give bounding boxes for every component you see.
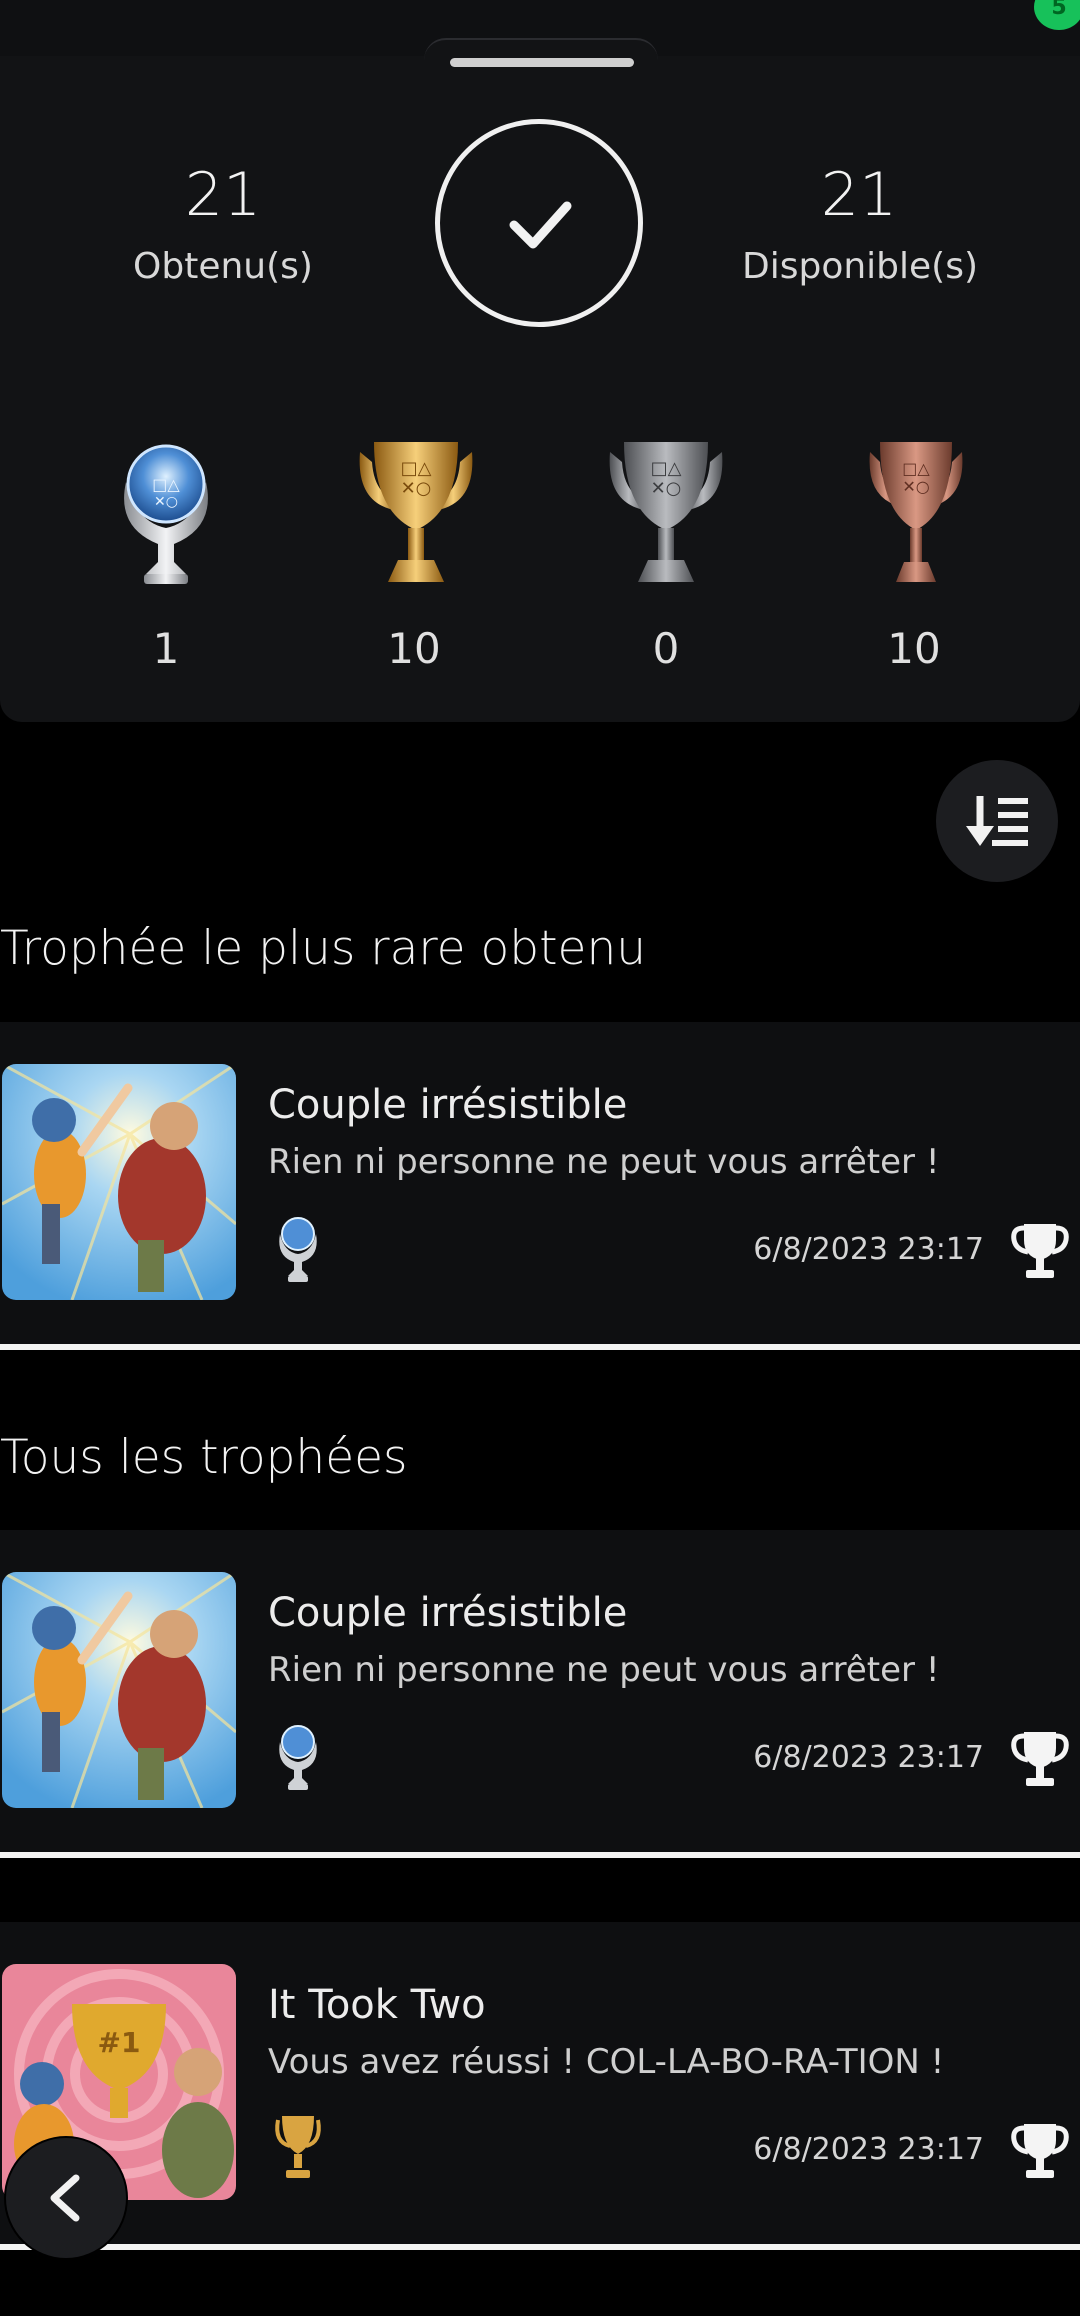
bronze-trophy-icon: □△ ✕○ <box>846 432 986 592</box>
platinum-trophy-icon: □△ ✕○ <box>96 432 236 592</box>
trophy-thumbnail <box>2 1064 236 1300</box>
earned-date: 6/8/2023 23:17 <box>753 2132 984 2167</box>
trophy-description: Rien ni personne ne peut vous arrêter ! <box>268 1142 940 1182</box>
svg-text:□△: □△ <box>152 475 180 494</box>
trophy-name: Couple irrésistible <box>268 1082 628 1128</box>
silver-count: 0 <box>652 624 680 673</box>
svg-text:□△: □△ <box>651 458 682 479</box>
svg-text:✕○: ✕○ <box>902 477 929 496</box>
trophy-outline-icon <box>1010 2120 1070 2182</box>
back-button[interactable] <box>6 2138 126 2258</box>
trophy-list-item[interactable]: Couple irrésistible Rien ni personne ne … <box>0 1530 1080 1852</box>
trophy-outline-icon <box>1010 1220 1070 1282</box>
available-label: Disponible(s) <box>741 246 979 287</box>
divider <box>0 2244 1080 2250</box>
divider <box>0 1852 1080 1858</box>
earned-date: 6/8/2023 23:17 <box>753 1740 984 1775</box>
platinum-count: 1 <box>152 624 180 673</box>
check-icon <box>509 201 572 249</box>
sort-descending-icon <box>966 796 1028 846</box>
svg-text:✕○: ✕○ <box>651 478 682 499</box>
svg-text:✕○: ✕○ <box>401 478 432 499</box>
trophy-list-item[interactable]: #1 It Took Two Vous avez réussi ! COL-LA… <box>0 1922 1080 2244</box>
svg-text:✕○: ✕○ <box>154 494 178 510</box>
divider <box>0 1344 1080 1350</box>
svg-text:□△: □△ <box>902 459 930 478</box>
trophy-description: Vous avez réussi ! COL-LA-BO-RA-TION ! <box>268 2042 945 2082</box>
completion-ring <box>435 119 643 327</box>
platinum-grade-icon <box>270 1212 326 1284</box>
thumbnail-text: #1 <box>98 2026 141 2059</box>
trophy-name: Couple irrésistible <box>268 1590 628 1636</box>
trophy-description: Rien ni personne ne peut vous arrêter ! <box>268 1650 940 1690</box>
rarest-trophy-card[interactable]: Couple irrésistible Rien ni personne ne … <box>0 1022 1080 1344</box>
rarest-section-title: Trophée le plus rare obtenu <box>0 921 647 976</box>
earned-count: 21 <box>184 160 262 230</box>
platinum-grade-icon <box>270 1720 326 1792</box>
earned-date: 6/8/2023 23:17 <box>753 1232 984 1267</box>
available-count: 21 <box>820 160 898 230</box>
bronze-count: 10 <box>887 624 941 673</box>
gold-count: 10 <box>387 624 441 673</box>
sort-button[interactable] <box>936 760 1058 882</box>
gold-grade-icon <box>270 2112 326 2184</box>
all-trophies-title: Tous les trophées <box>0 1430 408 1485</box>
gold-trophy-icon: □△ ✕○ <box>346 432 486 592</box>
silver-trophy-icon: □△ ✕○ <box>596 432 736 592</box>
chevron-left-icon <box>50 2174 80 2222</box>
svg-text:□△: □△ <box>401 458 432 479</box>
sheet-drag-handle[interactable] <box>450 58 634 67</box>
trophy-thumbnail <box>2 1572 236 1808</box>
trophy-outline-icon <box>1010 1728 1070 1790</box>
earned-label: Obtenu(s) <box>133 246 313 287</box>
trophy-name: It Took Two <box>268 1982 486 2028</box>
